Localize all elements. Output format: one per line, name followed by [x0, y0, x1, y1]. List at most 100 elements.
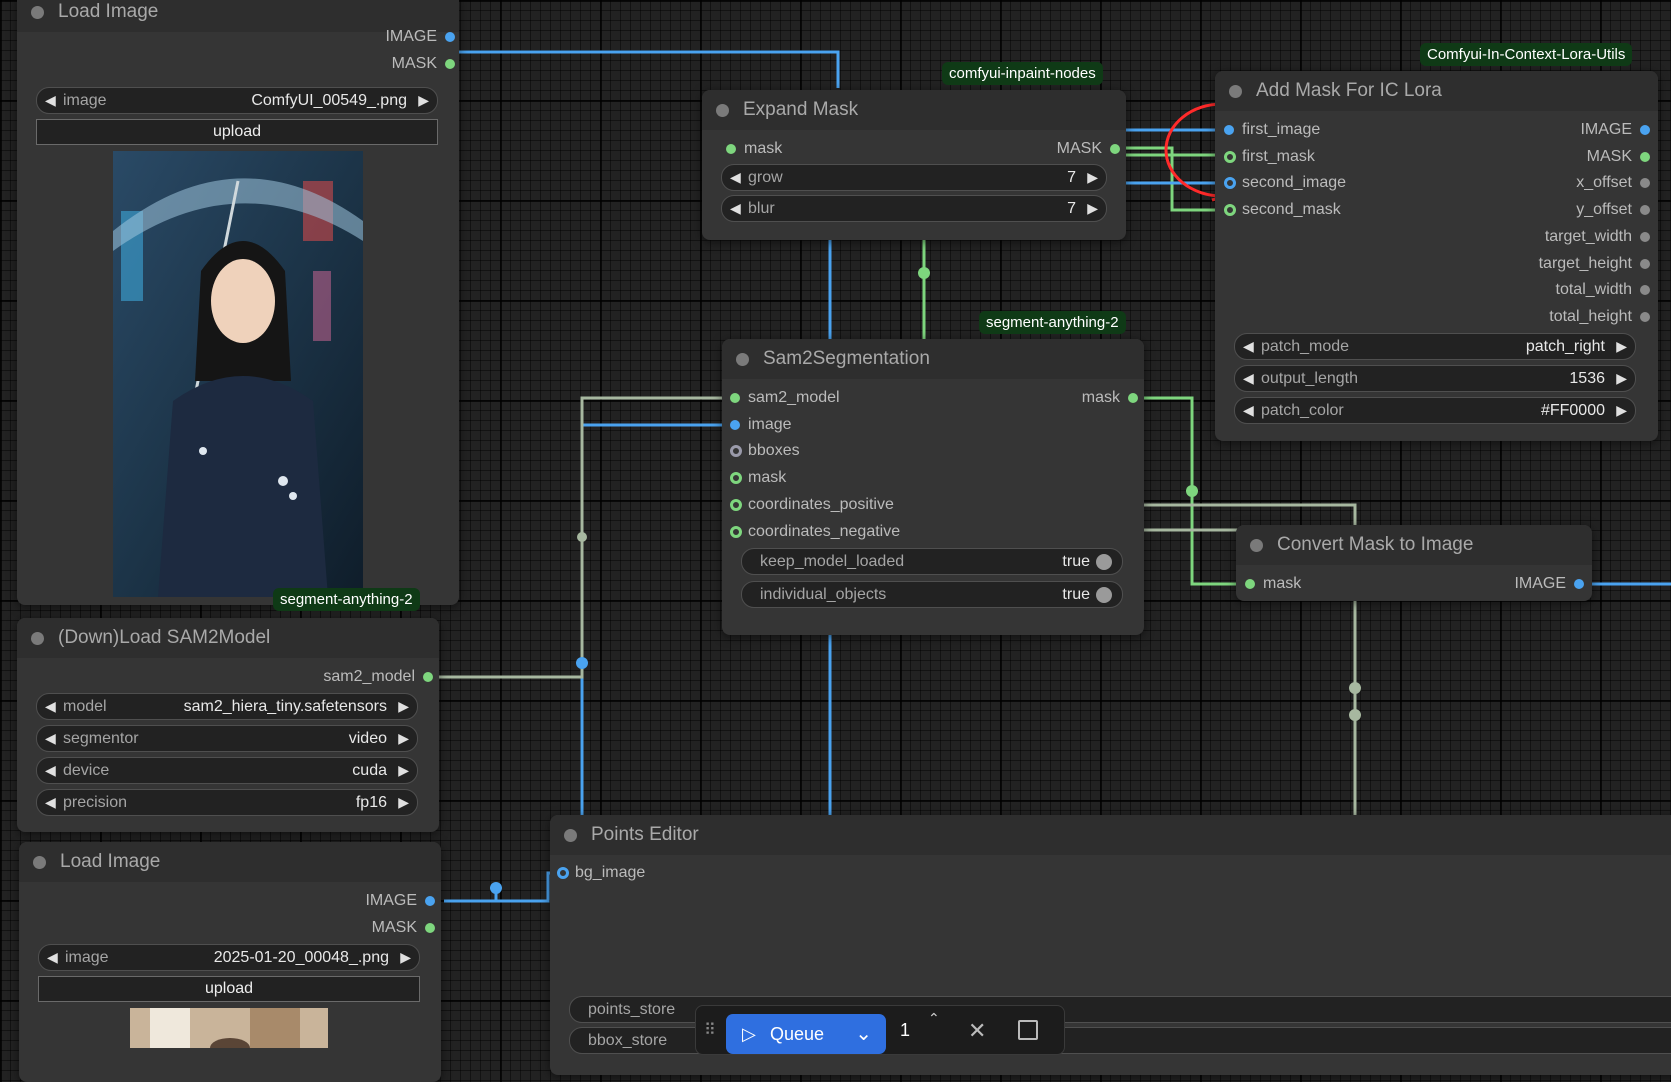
load-image-node-1[interactable]: Load Image IMAGE MASK ◀ image ComfyUI_00…	[17, 0, 459, 605]
arrow-right-icon[interactable]: ▶	[1087, 165, 1098, 190]
input-dot-icon[interactable]	[1224, 177, 1236, 189]
output-dot-icon[interactable]	[423, 672, 433, 682]
arrow-right-icon[interactable]: ▶	[398, 694, 409, 719]
drag-handle-icon[interactable]: ⠿	[704, 1020, 716, 1040]
input-dot-icon[interactable]	[730, 393, 740, 403]
output-x-offset[interactable]: x_offset	[1576, 173, 1650, 193]
blur-number-widget[interactable]: ◀ blur 7 ▶	[721, 195, 1107, 222]
input-coordinates-negative[interactable]: coordinates_negative	[730, 522, 900, 542]
output-dot-icon[interactable]	[1640, 152, 1650, 162]
collapse-dot-icon[interactable]	[33, 855, 46, 869]
arrow-left-icon[interactable]: ◀	[1243, 366, 1254, 391]
segmentor-select-widget[interactable]: ◀ segmentor video ▶	[36, 725, 418, 752]
output-dot-icon[interactable]	[1640, 285, 1650, 295]
arrow-left-icon[interactable]: ◀	[45, 694, 56, 719]
node-header[interactable]: Sam2Segmentation	[722, 339, 1144, 379]
arrow-left-icon[interactable]: ◀	[1243, 334, 1254, 359]
output-dot-icon[interactable]	[1110, 144, 1120, 154]
input-dot-icon[interactable]	[1224, 151, 1236, 163]
keep-model-loaded-toggle[interactable]: keep_model_loaded true	[741, 548, 1123, 575]
output-dot-icon[interactable]	[445, 59, 455, 69]
chevron-up-icon[interactable]: ⌃	[928, 1010, 940, 1027]
input-mask[interactable]: mask	[726, 139, 782, 159]
input-coordinates-positive[interactable]: coordinates_positive	[730, 495, 894, 515]
chevron-down-icon[interactable]: ⌄	[855, 1014, 872, 1054]
output-image[interactable]: IMAGE	[385, 27, 455, 47]
input-second-mask[interactable]: second_mask	[1224, 200, 1341, 220]
output-dot-icon[interactable]	[1640, 232, 1650, 242]
output-target-width[interactable]: target_width	[1545, 227, 1650, 247]
node-header[interactable]: Expand Mask	[702, 90, 1126, 130]
node-header[interactable]: (Down)Load SAM2Model	[17, 618, 439, 658]
convert-mask-to-image-node[interactable]: Convert Mask to Image mask IMAGE	[1236, 525, 1592, 601]
input-image[interactable]: image	[730, 415, 792, 435]
output-mask[interactable]: MASK	[1587, 147, 1650, 167]
output-mask[interactable]: MASK	[372, 918, 435, 938]
input-dot-icon[interactable]	[1224, 204, 1236, 216]
collapse-dot-icon[interactable]	[736, 352, 749, 366]
patch-color-text-widget[interactable]: ◀ patch_color #FF0000 ▶	[1234, 397, 1636, 424]
add-mask-for-ic-lora-node[interactable]: Add Mask For IC Lora first_image first_m…	[1215, 71, 1658, 441]
arrow-right-icon[interactable]: ▶	[400, 945, 411, 970]
node-header[interactable]: Add Mask For IC Lora	[1215, 71, 1658, 111]
input-mask[interactable]: mask	[1245, 574, 1301, 594]
input-second-image[interactable]: second_image	[1224, 173, 1346, 193]
output-dot-icon[interactable]	[1574, 579, 1584, 589]
arrow-left-icon[interactable]: ◀	[1243, 398, 1254, 423]
close-icon[interactable]: ✕	[968, 1018, 986, 1044]
queue-button[interactable]: ▷ Queue ⌄	[726, 1014, 886, 1054]
output-dot-icon[interactable]	[425, 896, 435, 906]
sam2-segmentation-node[interactable]: Sam2Segmentation sam2_model image bboxes…	[722, 339, 1144, 635]
output-mask[interactable]: MASK	[1057, 139, 1120, 159]
collapse-dot-icon[interactable]	[31, 5, 44, 19]
stop-icon[interactable]	[1018, 1020, 1038, 1040]
output-mask[interactable]: mask	[1082, 388, 1138, 408]
arrow-left-icon[interactable]: ◀	[730, 165, 741, 190]
arrow-right-icon[interactable]: ▶	[1087, 196, 1098, 221]
arrow-right-icon[interactable]: ▶	[1616, 398, 1627, 423]
input-dot-icon[interactable]	[730, 472, 742, 484]
input-dot-icon[interactable]	[730, 499, 742, 511]
input-dot-icon[interactable]	[1245, 579, 1255, 589]
individual-objects-toggle[interactable]: individual_objects true	[741, 581, 1123, 608]
image-select-widget[interactable]: ◀ image 2025-01-20_00048_.png ▶	[38, 944, 420, 971]
input-sam2-model[interactable]: sam2_model	[730, 388, 840, 408]
input-bg-image[interactable]: bg_image	[557, 863, 645, 883]
output-dot-icon[interactable]	[1640, 125, 1650, 135]
arrow-right-icon[interactable]: ▶	[1616, 366, 1627, 391]
output-dot-icon[interactable]	[1640, 178, 1650, 188]
arrow-right-icon[interactable]: ▶	[398, 758, 409, 783]
node-header[interactable]: Load Image	[19, 842, 441, 882]
input-mask[interactable]: mask	[730, 468, 786, 488]
input-dot-icon[interactable]	[726, 144, 736, 154]
grow-number-widget[interactable]: ◀ grow 7 ▶	[721, 164, 1107, 191]
input-bboxes[interactable]: bboxes	[730, 441, 800, 461]
input-dot-icon[interactable]	[557, 867, 569, 879]
input-first-image[interactable]: first_image	[1224, 120, 1320, 140]
arrow-right-icon[interactable]: ▶	[418, 88, 429, 113]
upload-button[interactable]: upload	[36, 119, 438, 145]
output-dot-icon[interactable]	[445, 32, 455, 42]
node-header[interactable]: Convert Mask to Image	[1236, 525, 1592, 565]
input-dot-icon[interactable]	[1224, 125, 1234, 135]
output-dot-icon[interactable]	[1640, 205, 1650, 215]
arrow-right-icon[interactable]: ▶	[398, 790, 409, 815]
arrow-left-icon[interactable]: ◀	[45, 88, 56, 113]
patch-mode-select-widget[interactable]: ◀ patch_mode patch_right ▶	[1234, 333, 1636, 360]
input-dot-icon[interactable]	[730, 420, 740, 430]
node-header[interactable]: Points Editor	[550, 815, 1671, 855]
output-dot-icon[interactable]	[1128, 393, 1138, 403]
output-sam2-model[interactable]: sam2_model	[323, 667, 433, 687]
output-length-number-widget[interactable]: ◀ output_length 1536 ▶	[1234, 365, 1636, 392]
load-sam2-model-node[interactable]: (Down)Load SAM2Model sam2_model ◀ model …	[17, 618, 439, 832]
expand-mask-node[interactable]: Expand Mask mask MASK ◀ grow 7 ▶ ◀ blur …	[702, 90, 1126, 240]
collapse-dot-icon[interactable]	[1229, 84, 1242, 98]
toggle-knob-icon[interactable]	[1096, 587, 1112, 603]
arrow-left-icon[interactable]: ◀	[47, 945, 58, 970]
output-target-height[interactable]: target_height	[1539, 254, 1650, 274]
precision-select-widget[interactable]: ◀ precision fp16 ▶	[36, 789, 418, 816]
arrow-left-icon[interactable]: ◀	[45, 790, 56, 815]
device-select-widget[interactable]: ◀ device cuda ▶	[36, 757, 418, 784]
upload-button[interactable]: upload	[38, 976, 420, 1002]
batch-count-input[interactable]: 1	[900, 1020, 910, 1041]
